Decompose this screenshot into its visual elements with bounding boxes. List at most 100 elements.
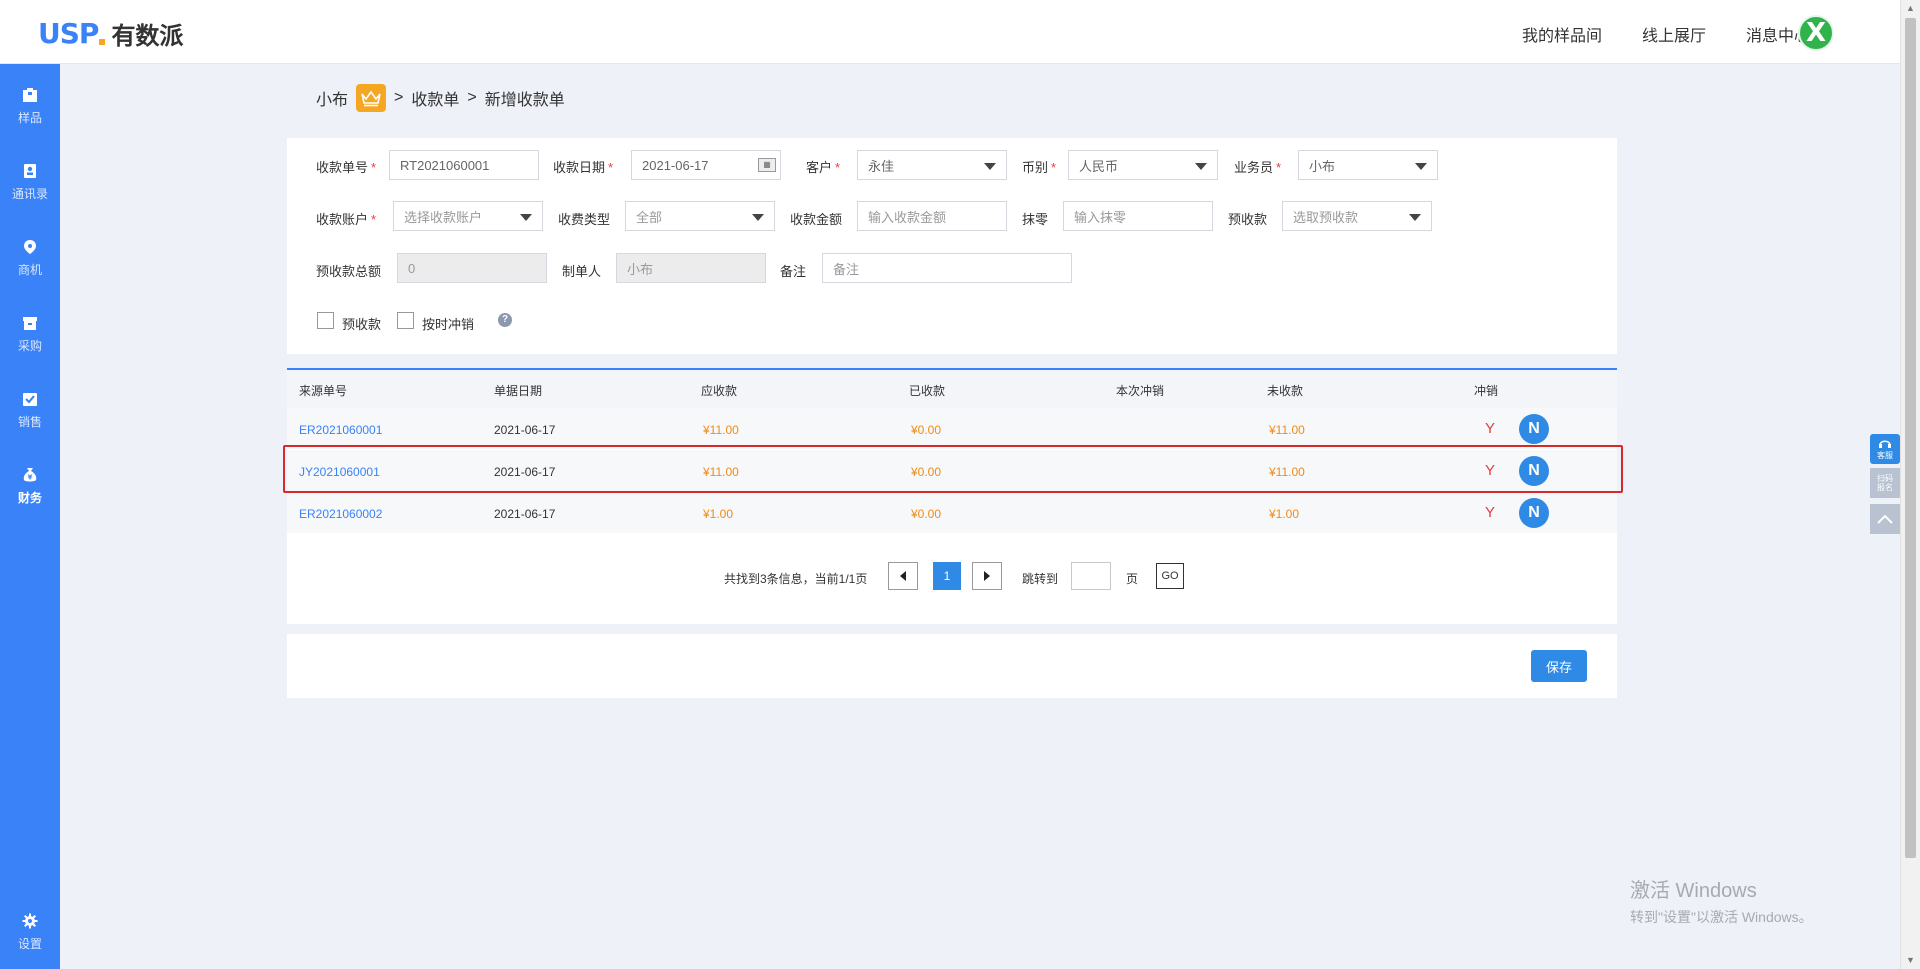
- customer-select[interactable]: 永佳: [857, 150, 1007, 180]
- fee-type-select[interactable]: 全部: [625, 201, 775, 231]
- customer-service-button[interactable]: 客服: [1870, 434, 1900, 464]
- scan-signup-button[interactable]: 扫码 报名: [1870, 468, 1900, 498]
- save-button[interactable]: 保存: [1531, 650, 1587, 682]
- rounding-label: 抹零: [1022, 212, 1049, 227]
- calendar-icon[interactable]: ▦: [758, 158, 776, 172]
- receipt-date-value: 2021-06-17: [642, 157, 709, 173]
- required-mark: *: [371, 212, 377, 227]
- account-select[interactable]: 选择收款账户: [393, 201, 543, 231]
- windows-activation-watermark: 激活 Windows 转到"设置"以激活 Windows。: [1630, 874, 1813, 927]
- jump-page-input[interactable]: [1071, 562, 1111, 590]
- sidebar-item-contacts[interactable]: 通讯录: [0, 152, 60, 212]
- help-question-icon[interactable]: ?: [498, 313, 512, 327]
- timely-offset-checkbox[interactable]: [397, 312, 414, 329]
- go-button[interactable]: GO: [1156, 563, 1184, 589]
- receivable-cell: ¥11.00: [703, 423, 739, 437]
- prepay-label: 预收款: [1228, 212, 1268, 227]
- breadcrumb-user: 小布: [316, 92, 349, 109]
- receipt-no-label: 收款单号 *: [316, 157, 376, 176]
- amount-input[interactable]: 输入收款金额: [857, 201, 1007, 231]
- salesman-select[interactable]: 小布: [1298, 150, 1438, 180]
- prepay-checkbox-label[interactable]: 预收款: [342, 314, 381, 333]
- prepay-total-label: 预收款总额: [316, 264, 382, 279]
- timely-offset-checkbox-label[interactable]: 按时冲销: [422, 314, 474, 333]
- nav-my-sample-room[interactable]: 我的样品间: [1522, 22, 1602, 46]
- th-receivable: 应收款: [701, 384, 738, 398]
- breadcrumb-separator: >: [467, 89, 477, 106]
- prepay-select[interactable]: 选取预收款: [1282, 201, 1432, 231]
- sidebar-item-finance[interactable]: ¥ 财务: [0, 456, 60, 516]
- receivable-cell: ¥1.00: [703, 507, 734, 521]
- row-highlight-box: [283, 445, 1623, 493]
- top-header: USP 有数派 我的样品间 线上展厅 消息中心 X: [0, 0, 1900, 64]
- fee-type-label: 收费类型: [558, 212, 611, 227]
- page-scrollbar[interactable]: ▲ ▼: [1900, 0, 1920, 969]
- sidebar-item-sample[interactable]: 样品: [0, 76, 60, 136]
- remark-label: 备注: [780, 264, 807, 279]
- receipt-date-input[interactable]: 2021-06-17 ▦: [631, 150, 781, 180]
- unreceived-cell: ¥1.00: [1269, 507, 1300, 521]
- purchase-box-icon: [22, 315, 38, 331]
- chevron-left-icon: [900, 571, 906, 581]
- sidebar-item-label: 通讯录: [11, 186, 48, 201]
- prev-page-button[interactable]: [888, 562, 918, 590]
- source-no-link[interactable]: ER2021060002: [299, 507, 382, 521]
- receipt-date-label-text: 收款日期: [553, 160, 606, 175]
- breadcrumb-receipt-list[interactable]: 收款单: [411, 86, 459, 110]
- required-mark: *: [1051, 160, 1057, 175]
- required-mark: *: [1276, 160, 1282, 175]
- sidebar-item-sales[interactable]: 销售: [0, 380, 60, 440]
- breadcrumb-separator: >: [394, 89, 404, 106]
- creator-label: 制单人: [562, 264, 602, 279]
- sidebar-item-settings[interactable]: 设置: [0, 902, 60, 962]
- finance-bag-icon: ¥: [22, 467, 38, 483]
- chevron-up-icon: [1877, 514, 1893, 524]
- chevron-right-icon: [984, 571, 990, 581]
- doc-date-cell: 2021-06-17: [494, 507, 556, 521]
- currency-select[interactable]: 人民币: [1068, 150, 1218, 180]
- logo-dot: [99, 39, 106, 45]
- sidebar-item-label: 销售: [17, 414, 42, 429]
- user-avatar[interactable]: X: [1798, 15, 1834, 51]
- offset-n-button[interactable]: N: [1519, 414, 1549, 444]
- back-to-top-button[interactable]: [1870, 504, 1900, 534]
- salesman-label: 业务员 *: [1234, 157, 1281, 176]
- svg-text:¥: ¥: [28, 473, 33, 481]
- sidebar-item-label: 采购: [17, 338, 42, 353]
- sidebar-item-purchase[interactable]: 采购: [0, 304, 60, 364]
- watermark-title: 激活 Windows: [1630, 880, 1757, 902]
- sales-check-icon: [22, 391, 38, 407]
- currency-label-text: 币别: [1022, 160, 1049, 175]
- required-mark: *: [371, 160, 377, 175]
- th-current-offset: 本次冲销: [1116, 384, 1165, 398]
- next-page-button[interactable]: [972, 562, 1002, 590]
- scroll-up-arrow-icon[interactable]: ▲: [1906, 3, 1915, 13]
- app-logo[interactable]: USP 有数派: [38, 16, 183, 51]
- sidebar-item-label: 样品: [17, 110, 42, 125]
- prepay-checkbox[interactable]: [317, 312, 334, 329]
- th-offset-flag: 冲销: [1474, 384, 1499, 398]
- offset-n-button[interactable]: N: [1519, 498, 1549, 528]
- offset-flag-cell[interactable]: Y: [1485, 504, 1495, 521]
- current-page-button[interactable]: 1: [933, 562, 961, 590]
- receipt-no-input[interactable]: RT2021060001: [389, 150, 539, 180]
- doc-date-cell: 2021-06-17: [494, 423, 556, 437]
- headset-icon: [1879, 440, 1891, 448]
- scroll-down-arrow-icon[interactable]: ▼: [1906, 955, 1915, 965]
- gear-icon: [22, 913, 38, 929]
- sidebar-item-label: 商机: [17, 262, 42, 277]
- required-mark: *: [835, 160, 841, 175]
- account-label: 收款账户 *: [316, 209, 376, 228]
- account-label-text: 收款账户: [316, 212, 369, 227]
- nav-online-showroom[interactable]: 线上展厅: [1642, 22, 1706, 46]
- receipt-no-label-text: 收款单号: [316, 160, 369, 175]
- sidebar-item-opportunity[interactable]: 商机: [0, 228, 60, 288]
- offset-flag-cell[interactable]: Y: [1485, 420, 1495, 437]
- remark-input[interactable]: 备注: [822, 253, 1072, 283]
- table-header: 来源单号 单据日期 应收款 已收款 本次冲销 未收款 冲销: [287, 370, 1617, 408]
- source-no-link[interactable]: ER2021060001: [299, 423, 382, 437]
- th-unreceived: 未收款: [1267, 384, 1304, 398]
- crown-icon: [356, 84, 387, 112]
- scrollbar-thumb[interactable]: [1905, 18, 1916, 858]
- rounding-input[interactable]: 输入抹零: [1063, 201, 1213, 231]
